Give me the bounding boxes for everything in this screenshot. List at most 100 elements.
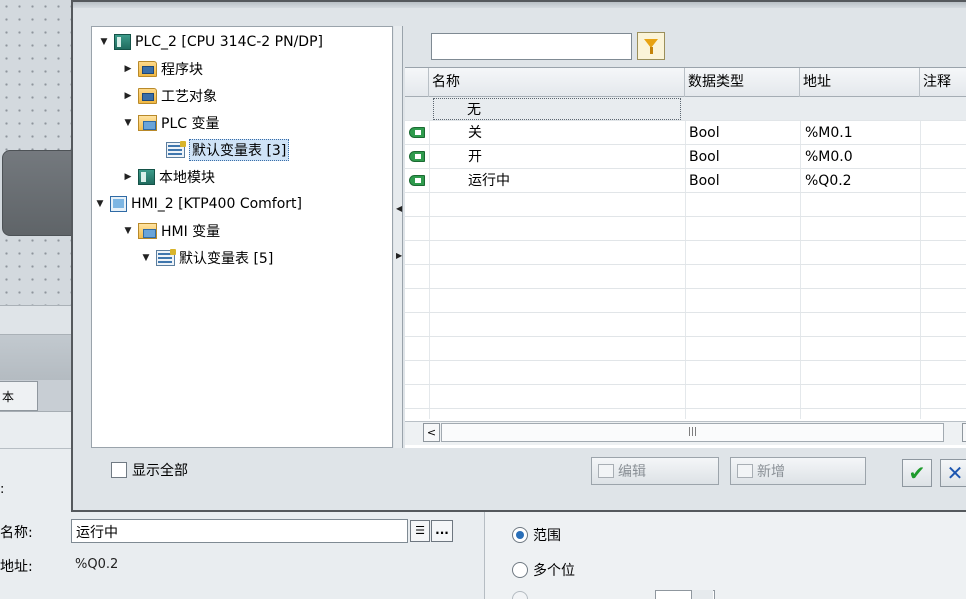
inspector-tab[interactable]: 本 bbox=[0, 381, 38, 411]
program-blocks-folder-icon bbox=[138, 60, 157, 77]
tag-name-field[interactable]: 运行中 bbox=[71, 519, 408, 543]
edit-button[interactable]: 编辑 bbox=[591, 457, 719, 485]
new-button[interactable]: 新增 bbox=[730, 457, 866, 485]
collapse-arrow-icon[interactable]: ▼ bbox=[140, 253, 152, 263]
collapse-arrow-icon[interactable]: ▼ bbox=[122, 118, 134, 128]
checkbox-box-icon[interactable] bbox=[111, 462, 127, 478]
local-modules-icon bbox=[138, 168, 155, 185]
plc-tags-folder-icon bbox=[138, 114, 157, 131]
collapse-arrow-icon[interactable]: ▼ bbox=[94, 199, 106, 209]
hmi-device-icon bbox=[110, 195, 127, 212]
grid-cell-name[interactable]: 无 bbox=[433, 98, 681, 120]
technology-objects-folder-icon bbox=[138, 87, 157, 104]
edit-button-label: 编辑 bbox=[618, 464, 646, 480]
grid-cell-name[interactable]: 运行中 bbox=[465, 169, 510, 193]
tag-list-icon[interactable]: ☰ bbox=[410, 520, 430, 542]
grid-header-datatype[interactable]: 数据类型 bbox=[685, 68, 800, 97]
scroll-left-arrow-icon[interactable]: < bbox=[423, 423, 440, 442]
show-all-label: 显示全部 bbox=[132, 463, 188, 479]
tree-item-label: 本地模块 bbox=[159, 169, 215, 186]
project-tree-panel: ▼ PLC_2 [CPU 314C-2 PN/DP] ▶ 程序块 ▶ 工艺对象 … bbox=[91, 26, 393, 448]
tree-item-plc[interactable]: ▼ PLC_2 [CPU 314C-2 PN/DP] bbox=[98, 28, 323, 55]
scroll-right-arrow-icon[interactable] bbox=[962, 423, 966, 442]
grid-header-name[interactable]: 名称 bbox=[429, 68, 685, 97]
table-row-empty bbox=[405, 313, 966, 337]
stepper-up-arrow-icon[interactable] bbox=[691, 590, 713, 599]
hmi-tags-folder-icon bbox=[138, 222, 157, 239]
address-value: %Q0.2 bbox=[75, 557, 119, 572]
expand-arrow-icon[interactable]: ▶ bbox=[122, 64, 134, 74]
grid-cell-datatype[interactable]: Bool bbox=[686, 169, 720, 193]
radio-multiple-bits[interactable]: 多个位 bbox=[512, 560, 575, 580]
grid-header-comment[interactable]: 注释 bbox=[920, 68, 966, 97]
tag-table-icon bbox=[156, 248, 176, 266]
tree-item-label: PLC_2 [CPU 314C-2 PN/DP] bbox=[135, 33, 323, 50]
table-row[interactable]: 运行中 Bool %Q0.2 bbox=[405, 169, 966, 193]
properties-divider bbox=[0, 448, 72, 449]
grid-cell-address[interactable]: %M0.0 bbox=[802, 145, 853, 169]
scroll-thumb[interactable]: ||| bbox=[441, 423, 944, 442]
table-row-empty bbox=[405, 337, 966, 361]
inspector-header-band bbox=[0, 335, 72, 380]
tree-item-hmi[interactable]: ▼ HMI_2 [KTP400 Comfort] bbox=[94, 190, 302, 217]
grid-cell-address[interactable]: %Q0.2 bbox=[802, 169, 852, 193]
table-row[interactable]: 开 Bool %M0.0 bbox=[405, 145, 966, 169]
expand-arrow-icon[interactable]: ▶ bbox=[122, 91, 134, 101]
cpu-icon bbox=[114, 33, 131, 50]
radio-selected-icon[interactable] bbox=[512, 527, 528, 543]
grid-cell-datatype[interactable]: Bool bbox=[686, 121, 720, 145]
tag-icon bbox=[409, 127, 425, 138]
browse-button[interactable]: ... bbox=[431, 520, 453, 542]
tree-item-label: 默认变量表 [3] bbox=[189, 138, 290, 161]
new-icon bbox=[737, 464, 753, 478]
radio-range[interactable]: 范围 bbox=[512, 525, 561, 545]
expand-arrow-icon[interactable]: ▼ bbox=[98, 37, 110, 47]
filter-icon[interactable] bbox=[637, 32, 665, 60]
panel-splitter[interactable]: ◀ ▶ bbox=[394, 26, 403, 448]
tree-item-technology-objects[interactable]: ▶ 工艺对象 bbox=[122, 82, 217, 109]
cancel-x-icon[interactable]: ✕ bbox=[940, 459, 966, 487]
properties-fragment-text: : bbox=[0, 482, 5, 497]
grid-header: 名称 数据类型 地址 注释 bbox=[405, 68, 966, 97]
table-row-empty bbox=[405, 265, 966, 289]
editor-toolbar-strip bbox=[0, 305, 72, 335]
tree-item-program-blocks[interactable]: ▶ 程序块 bbox=[122, 55, 203, 82]
grid-cell-name[interactable]: 开 bbox=[465, 145, 482, 169]
grid-header-icon-col bbox=[405, 68, 429, 97]
collapse-arrow-icon[interactable]: ▼ bbox=[122, 226, 134, 236]
table-row-empty bbox=[405, 385, 966, 409]
splitter-left-arrow-icon[interactable]: ◀ bbox=[396, 204, 402, 213]
edit-icon bbox=[598, 464, 614, 478]
table-row[interactable]: 关 Bool %M0.1 bbox=[405, 121, 966, 145]
address-label: 地址: bbox=[0, 559, 33, 575]
radio-multiple-bits-label: 多个位 bbox=[533, 563, 575, 579]
tree-item-default-tag-table-hmi[interactable]: ▼ 默认变量表 [5] bbox=[140, 244, 273, 271]
ok-checkmark-icon[interactable]: ✔ bbox=[902, 459, 932, 487]
table-row-none[interactable]: 无 bbox=[405, 97, 966, 121]
show-all-checkbox[interactable]: 显示全部 bbox=[111, 460, 188, 480]
tag-name-label: 名称: bbox=[0, 525, 33, 541]
grid-cell-name[interactable]: 关 bbox=[465, 121, 482, 145]
tree-item-default-tag-table-plc[interactable]: 默认变量表 [3] bbox=[150, 136, 290, 163]
grid-cell-address[interactable]: %M0.1 bbox=[802, 121, 853, 145]
grid-cell-datatype[interactable]: Bool bbox=[686, 145, 720, 169]
tree-item-plc-tags[interactable]: ▼ PLC 变量 bbox=[122, 109, 219, 136]
expand-arrow-icon[interactable]: ▶ bbox=[122, 172, 134, 182]
table-row-empty bbox=[405, 289, 966, 313]
tag-grid: 名称 数据类型 地址 注释 无 关 Bool %M0.1 开 Bool %M0.… bbox=[405, 67, 966, 448]
filter-input[interactable] bbox=[431, 33, 632, 60]
tree-item-hmi-tags[interactable]: ▼ HMI 变量 bbox=[122, 217, 220, 244]
dialog-top-strip bbox=[73, 2, 966, 8]
tree-item-local-modules[interactable]: ▶ 本地模块 bbox=[122, 163, 215, 190]
radio-unselected-icon[interactable] bbox=[512, 562, 528, 578]
tree-item-label: 程序块 bbox=[161, 61, 203, 78]
hmi-screen-object[interactable] bbox=[2, 150, 72, 236]
new-button-label: 新增 bbox=[757, 464, 785, 480]
grid-header-address[interactable]: 地址 bbox=[800, 68, 920, 97]
tree-item-label: 默认变量表 [5] bbox=[179, 250, 274, 267]
tag-icon bbox=[409, 151, 425, 162]
splitter-right-arrow-icon[interactable]: ▶ bbox=[396, 251, 402, 260]
tag-table-icon bbox=[166, 140, 186, 158]
table-row-empty bbox=[405, 217, 966, 241]
table-row-empty bbox=[405, 193, 966, 217]
